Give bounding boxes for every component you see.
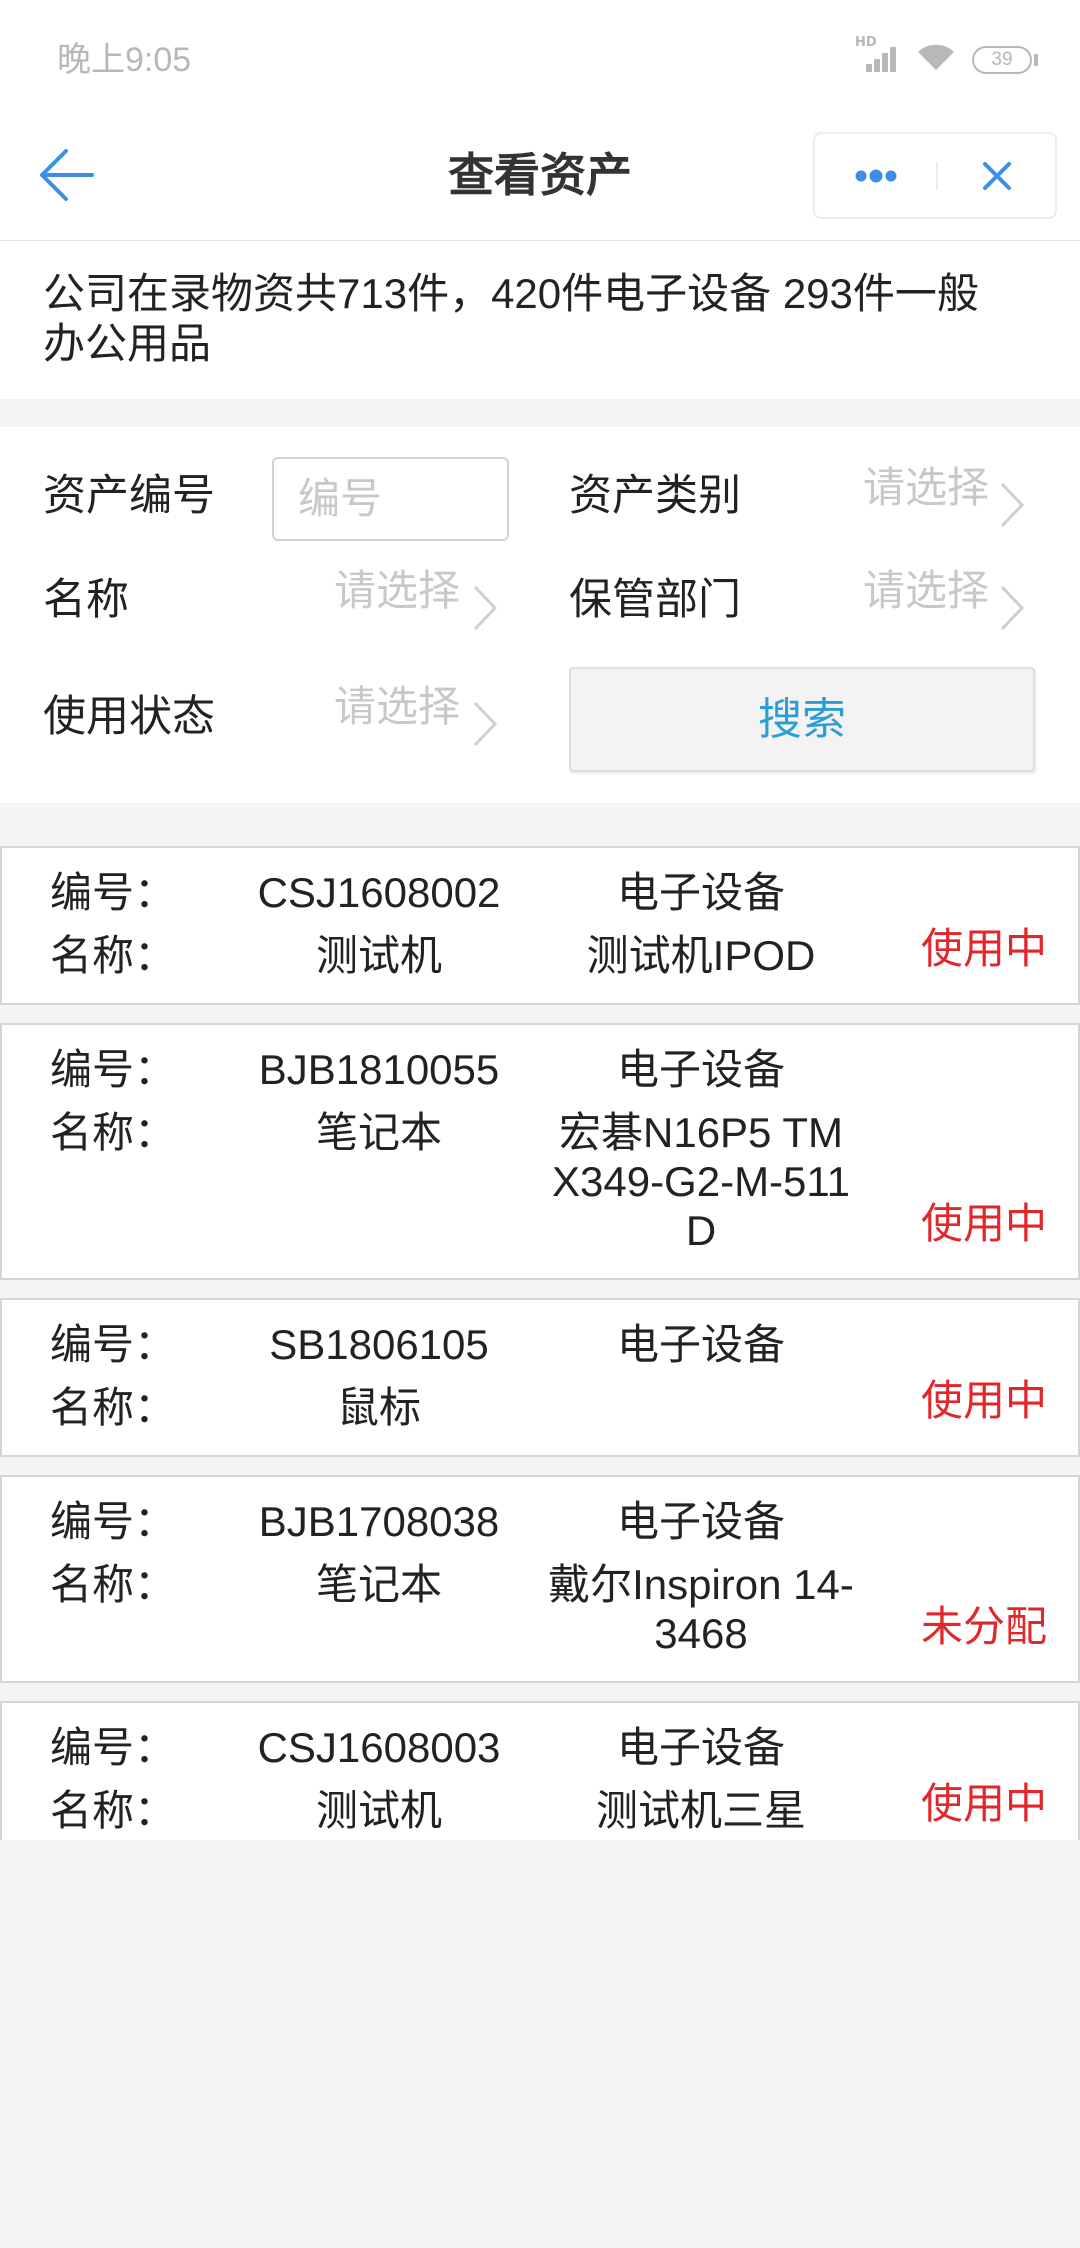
close-icon — [982, 161, 1011, 190]
name-picker[interactable]: 请选择 — [320, 552, 510, 652]
status-badge: 使用中 — [920, 1377, 1047, 1424]
status-time: 晚上9:05 — [57, 41, 192, 79]
chevron-right-icon — [473, 585, 498, 631]
more-button[interactable] — [815, 134, 936, 217]
usage-status-label: 使用状态 — [43, 693, 215, 741]
asset-code-row: 编号： CSJ1608002 电子设备 — [50, 868, 1078, 917]
asset-category: 电子设备 — [616, 1321, 785, 1368]
asset-list-item[interactable]: 编号： SB1806105 电子设备 名称： 鼠标 使用中 — [0, 1298, 1080, 1457]
code-label: 编号： — [50, 1046, 177, 1093]
battery-nub — [1034, 54, 1038, 66]
usage-status-placeholder: 请选择 — [334, 683, 461, 730]
custody-department-label: 保管部门 — [569, 576, 741, 624]
chevron-right-icon — [473, 701, 498, 747]
asset-category-label: 资产类别 — [569, 472, 741, 520]
close-button[interactable] — [938, 134, 1055, 217]
asset-name: 笔记本 — [315, 1109, 442, 1156]
name-label: 名称： — [50, 1787, 177, 1834]
asset-list[interactable]: 编号： CSJ1608002 电子设备 名称： 测试机 测试机IPOD 使用中 … — [0, 846, 1080, 1840]
status-badge: 使用中 — [920, 1780, 1047, 1827]
asset-code-row: 编号： CSJ1608003 电子设备 — [50, 1723, 1078, 1772]
name-label: 名称： — [50, 1561, 177, 1608]
custody-department-placeholder: 请选择 — [863, 567, 990, 614]
miniapp-capsule — [813, 132, 1057, 219]
code-label: 编号： — [50, 1321, 177, 1368]
asset-code-row: 编号： BJB1810055 电子设备 — [50, 1045, 1078, 1094]
name-placeholder: 请选择 — [334, 567, 461, 614]
asset-code: BJB1810055 — [258, 1046, 500, 1093]
asset-list-item[interactable]: 编号： CSJ1608002 电子设备 名称： 测试机 测试机IPOD 使用中 — [0, 846, 1080, 1005]
asset-code-row: 编号： BJB1708038 电子设备 — [50, 1497, 1078, 1546]
status-badge: 使用中 — [920, 925, 1047, 972]
battery-level: 39 — [991, 49, 1013, 70]
status-bar: 晚上9:05 HD 39 — [0, 0, 1080, 112]
asset-model: 测试机三星 — [595, 1787, 806, 1834]
back-button[interactable] — [38, 148, 96, 202]
summary-text: 公司在录物资共713件，420件电子设备 293件一般办公用品 — [43, 270, 979, 367]
asset-code: CSJ1608003 — [257, 1724, 501, 1771]
usage-status-picker[interactable]: 请选择 — [320, 667, 510, 767]
search-button[interactable]: 搜索 — [569, 667, 1035, 772]
asset-number-input[interactable] — [272, 457, 509, 541]
asset-name: 笔记本 — [315, 1561, 442, 1608]
asset-model: 测试机IPOD — [586, 932, 816, 979]
asset-number-label: 资产编号 — [43, 472, 215, 520]
asset-category-picker[interactable]: 请选择 — [840, 447, 1060, 547]
status-badge: 未分配 — [920, 1603, 1047, 1650]
more-dots-icon — [855, 169, 896, 182]
asset-list-item[interactable]: 编号： BJB1708038 电子设备 名称： 笔记本 戴尔Inspiron 1… — [0, 1475, 1080, 1683]
asset-code: BJB1708038 — [258, 1498, 500, 1545]
name-label: 名称 — [43, 576, 129, 624]
filter-section: 资产编号 资产类别 请选择 名称 请选择 保管部门 请选择 使用状态 请选择 搜… — [0, 427, 1080, 803]
battery-icon: 39 — [972, 46, 1032, 74]
asset-name: 鼠标 — [336, 1384, 421, 1431]
custody-department-picker[interactable]: 请选择 — [840, 552, 1060, 652]
header: 查看资产 — [0, 112, 1080, 241]
name-label: 名称： — [50, 1384, 177, 1431]
wifi-icon — [918, 44, 954, 70]
chevron-right-icon — [1000, 585, 1025, 631]
asset-code-row: 编号： SB1806105 电子设备 — [50, 1320, 1078, 1369]
page-title: 查看资产 — [448, 149, 632, 201]
chevron-right-icon — [1000, 482, 1025, 528]
code-label: 编号： — [50, 1498, 177, 1545]
asset-model: 戴尔Inspiron 14-3468 — [548, 1561, 854, 1657]
code-label: 编号： — [50, 1724, 177, 1771]
asset-category: 电子设备 — [616, 869, 785, 916]
back-arrow-icon — [40, 149, 94, 201]
asset-name: 测试机 — [315, 1787, 442, 1834]
asset-category: 电子设备 — [616, 1046, 785, 1093]
status-badge: 使用中 — [920, 1200, 1047, 1247]
asset-code: SB1806105 — [269, 1321, 489, 1368]
asset-list-item[interactable]: 编号： BJB1810055 电子设备 名称： 笔记本 宏碁N16P5 TM X… — [0, 1023, 1080, 1280]
summary-section: 公司在录物资共713件，420件电子设备 293件一般办公用品 — [0, 241, 1080, 399]
name-label: 名称： — [50, 1109, 177, 1156]
asset-code: CSJ1608002 — [257, 869, 501, 916]
asset-category-placeholder: 请选择 — [863, 464, 990, 511]
asset-category: 电子设备 — [616, 1724, 785, 1771]
name-label: 名称： — [50, 932, 177, 979]
asset-name: 测试机 — [315, 932, 442, 979]
asset-model: 宏碁N16P5 TM X349-G2-M-511 D — [551, 1109, 851, 1254]
code-label: 编号： — [50, 869, 177, 916]
asset-category: 电子设备 — [616, 1498, 785, 1545]
asset-list-item[interactable]: 编号： CSJ1608003 电子设备 名称： 测试机 测试机三星 使用中 — [0, 1701, 1080, 1840]
signal-icon — [866, 47, 896, 72]
